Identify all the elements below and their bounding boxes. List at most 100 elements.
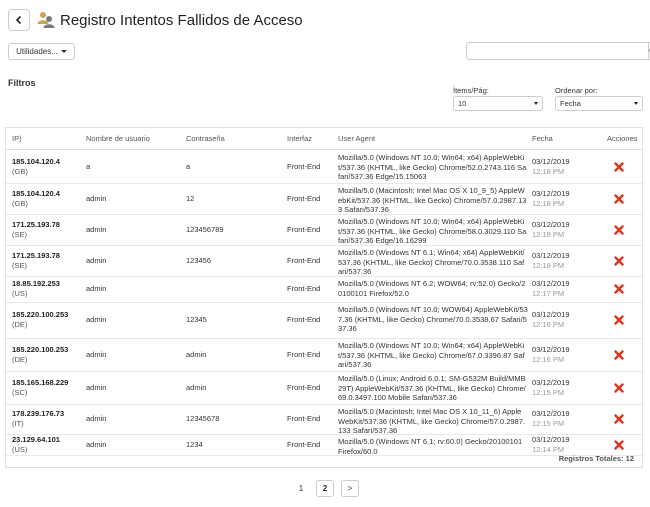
- username-cell: a: [86, 162, 91, 171]
- delete-icon[interactable]: [614, 414, 624, 424]
- ip-address: 171.25.193.78: [12, 220, 60, 229]
- ip-cell: 23.129.64.101 (US): [12, 435, 60, 455]
- username-cell: admin: [86, 256, 107, 265]
- items-per-page-select[interactable]: 10: [453, 96, 543, 111]
- table-row: 171.25.193.78 (SE) admin 123456789 Front-End…: [6, 214, 642, 246]
- country-code: (US): [12, 289, 28, 298]
- username-cell: admin: [86, 284, 107, 293]
- user-agent-cell: Mozilla/5.0 (Windows NT 10.0; Win64; x64…: [338, 217, 527, 245]
- password-cell: admin: [186, 383, 207, 392]
- attempts-table: IP) Nombre de usuario Contraseña Interfa…: [5, 127, 643, 468]
- username-cell: admin: [86, 194, 107, 203]
- next-page-button[interactable]: >: [341, 480, 359, 497]
- date-cell: 03/12/2019 12:18 PM: [532, 251, 570, 271]
- time-value: 12:18 PM: [532, 261, 565, 270]
- date-cell: 03/12/2019 12:17 PM: [532, 279, 570, 299]
- ip-address: 18.85.192.253: [12, 279, 60, 288]
- ip-address: 171.25.193.78: [12, 251, 60, 260]
- column-header-interface[interactable]: Interfaz: [287, 134, 312, 143]
- chevron-left-icon: [15, 15, 22, 25]
- caret-down-icon: [534, 102, 538, 105]
- ip-address: 185.220.100.253: [12, 310, 69, 319]
- date-cell: 03/12/2019 12:16 PM: [532, 310, 570, 330]
- delete-icon[interactable]: [614, 162, 624, 172]
- page-1-button[interactable]: 1: [292, 480, 310, 497]
- user-agent-cell: Mozilla/5.0 (Windows NT 6.2; WOW64; rv:5…: [338, 279, 526, 298]
- date-value: 03/12/2019: [532, 378, 570, 387]
- ip-cell: 185.220.100.253 (DE): [12, 345, 68, 365]
- table-row: 23.129.64.101 (US) admin 1234 Front-End Mozil…: [6, 434, 642, 456]
- total-records: Registros Totales: 12: [558, 454, 634, 463]
- back-button[interactable]: [8, 9, 30, 31]
- username-cell: admin: [86, 383, 107, 392]
- user-agent-cell: Mozilla/5.0 (Windows NT 6.1; rv:60.0) Ge…: [338, 437, 523, 456]
- column-header-date[interactable]: Fecha: [532, 134, 553, 143]
- column-header-user-agent[interactable]: User Agent: [338, 134, 375, 143]
- column-header-username[interactable]: Nombre de usuario: [86, 134, 150, 143]
- delete-icon[interactable]: [614, 440, 624, 450]
- interface-cell: Front-End: [287, 256, 321, 265]
- time-value: 12:16 PM: [532, 355, 565, 364]
- password-cell: 123456: [186, 256, 212, 265]
- date-value: 03/12/2019: [532, 251, 570, 260]
- username-cell: admin: [86, 225, 107, 234]
- delete-icon[interactable]: [614, 315, 624, 325]
- country-code: (US): [12, 445, 28, 454]
- page-header: Registro Intentos Fallidos de Acceso: [8, 8, 303, 32]
- country-code: (SE): [12, 261, 27, 270]
- time-value: 12:17 PM: [532, 289, 565, 298]
- column-header-actions: Acciones: [607, 134, 638, 143]
- delete-icon[interactable]: [614, 256, 624, 266]
- ip-cell: 185.104.120.4 (GB): [12, 189, 60, 209]
- table-header: IP) Nombre de usuario Contraseña Interfa…: [6, 128, 642, 150]
- password-cell: 12: [186, 194, 195, 203]
- password-cell: 12345678: [186, 414, 220, 423]
- delete-icon[interactable]: [614, 194, 624, 204]
- ip-cell: 178.239.176.73 (IT): [12, 409, 64, 429]
- search-input[interactable]: [466, 42, 648, 60]
- time-value: 12:15 PM: [532, 388, 565, 397]
- ip-cell: 185.165.168.229 (SC): [12, 378, 68, 398]
- time-value: 12:18 PM: [532, 230, 565, 239]
- page-2-button[interactable]: 2: [316, 480, 334, 497]
- filters-title: Filtros: [8, 78, 36, 88]
- time-value: 12:18 PM: [532, 199, 565, 208]
- date-cell: 03/12/2019 12:15 PM: [532, 378, 570, 398]
- password-cell: 12345: [186, 315, 207, 324]
- utilities-dropdown[interactable]: Utilidades...: [8, 43, 75, 60]
- ip-cell: 171.25.193.78 (SE): [12, 220, 60, 240]
- interface-cell: Front-End: [287, 383, 321, 392]
- time-value: 12:15 PM: [532, 419, 565, 428]
- user-agent-cell: Mozilla/5.0 (Windows NT 10.0; Win64; x64…: [338, 341, 525, 369]
- table-row: 178.239.176.73 (IT) admin 12345678 Front-End…: [6, 404, 642, 435]
- date-value: 03/12/2019: [532, 189, 570, 198]
- date-cell: 03/12/2019 12:16 PM: [532, 345, 570, 365]
- search-bar: [466, 42, 650, 60]
- delete-icon[interactable]: [614, 350, 624, 360]
- date-value: 03/12/2019: [532, 409, 570, 418]
- column-header-password[interactable]: Contraseña: [186, 134, 225, 143]
- order-by-select[interactable]: Fecha: [555, 96, 643, 111]
- country-code: (SE): [12, 230, 27, 239]
- table-row: 185.165.168.229 (SC) admin admin Front-End Mo…: [6, 371, 642, 405]
- delete-icon[interactable]: [614, 383, 624, 393]
- username-cell: admin: [86, 440, 107, 449]
- items-per-page-label: Ítems/Pág:: [453, 86, 489, 95]
- caret-down-icon: [634, 102, 638, 105]
- delete-icon[interactable]: [614, 225, 624, 235]
- users-icon: [37, 12, 55, 28]
- ip-address: 185.104.120.4: [12, 189, 60, 198]
- order-by-label: Ordenar por:: [555, 86, 598, 95]
- username-cell: admin: [86, 315, 107, 324]
- date-value: 03/12/2019: [532, 279, 570, 288]
- user-agent-cell: Mozilla/5.0 (Windows NT 10.0; WOW64) App…: [338, 305, 528, 333]
- country-code: (SC): [12, 388, 28, 397]
- column-header-ip[interactable]: IP): [12, 134, 22, 143]
- password-cell: admin: [186, 350, 207, 359]
- ip-cell: 185.220.100.253 (DE): [12, 310, 68, 330]
- ip-cell: 18.85.192.253 (US): [12, 279, 60, 299]
- delete-icon[interactable]: [614, 284, 624, 294]
- ip-address: 178.239.176.73: [12, 409, 65, 418]
- interface-cell: Front-End: [287, 315, 321, 324]
- date-value: 03/12/2019: [532, 310, 570, 319]
